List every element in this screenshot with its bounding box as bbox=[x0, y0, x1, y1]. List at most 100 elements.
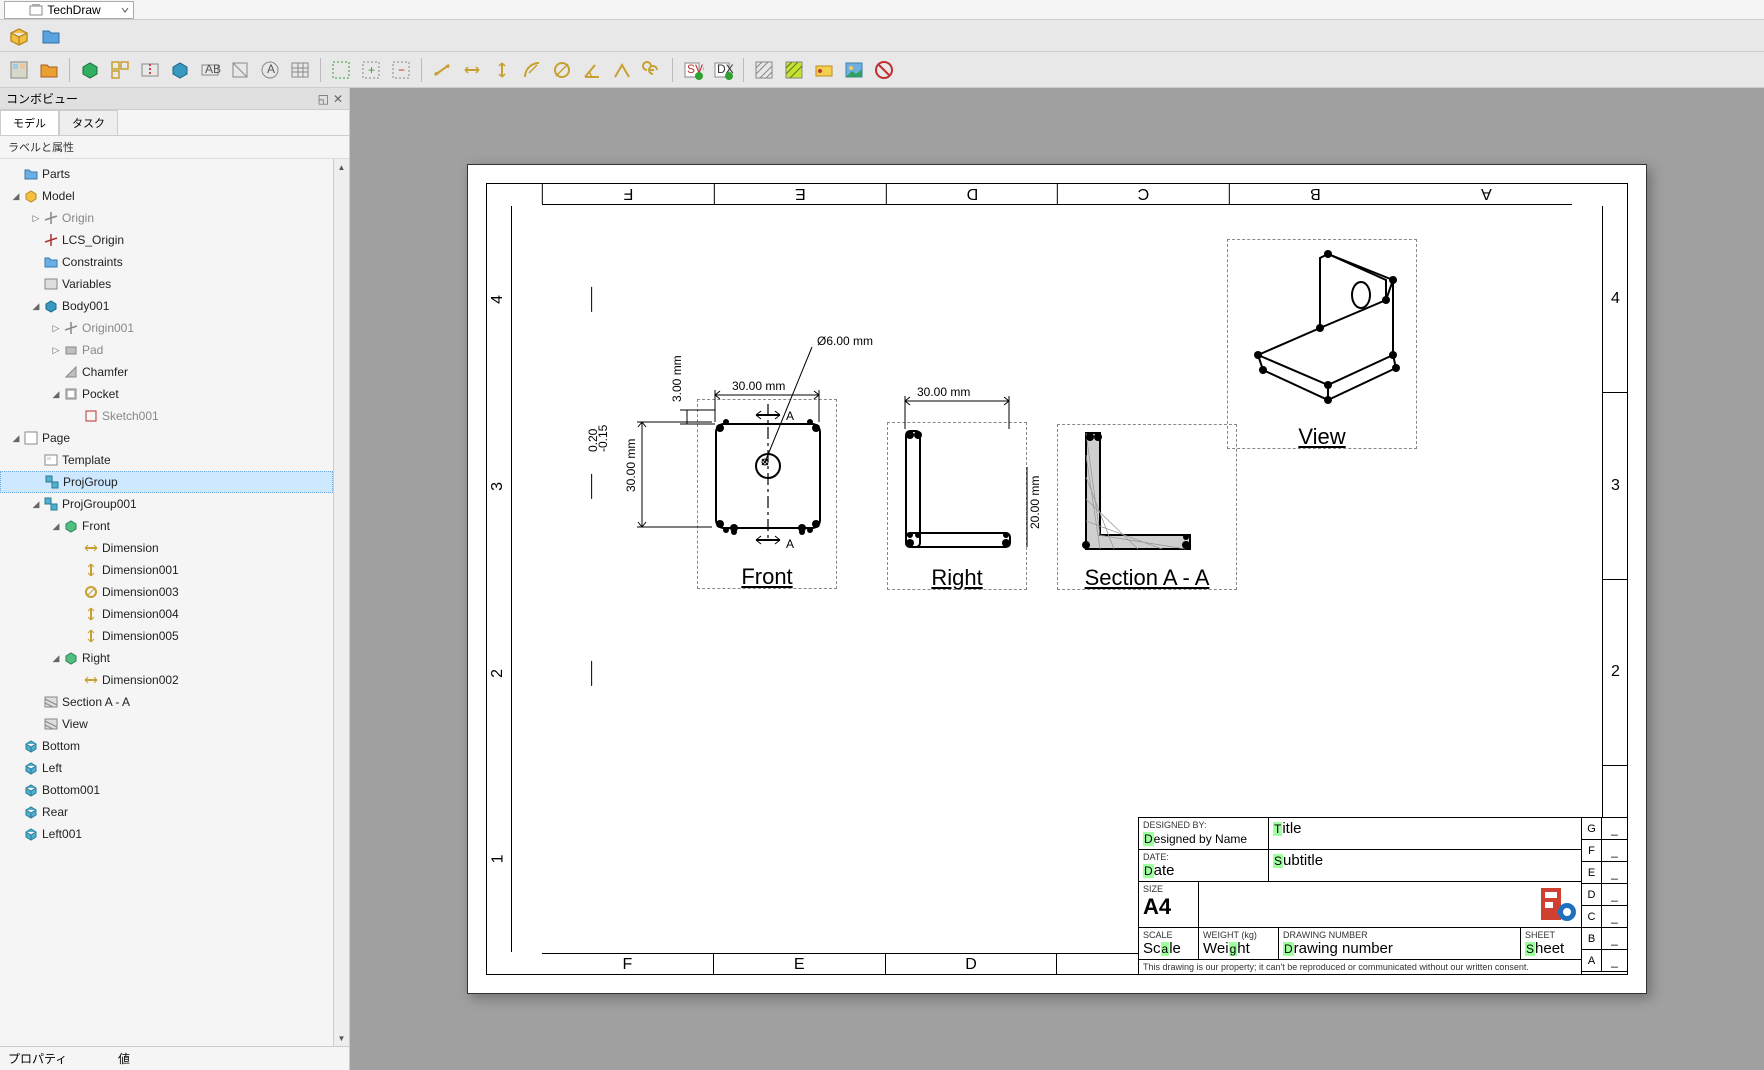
workbench-selector[interactable]: TechDraw bbox=[4, 1, 134, 19]
workbench-name: TechDraw bbox=[47, 3, 100, 17]
axis-cell: D bbox=[886, 183, 1058, 204]
symbol-icon[interactable] bbox=[811, 57, 837, 83]
tree-scrollbar[interactable]: ▲▼ bbox=[333, 159, 349, 1046]
tree-node[interactable]: Section A - A bbox=[0, 691, 333, 713]
model-tree[interactable]: Parts◢Model▷OriginLCS_OriginConstraintsV… bbox=[0, 159, 333, 1046]
tree-node[interactable]: Dimension bbox=[0, 537, 333, 559]
draft-view-icon[interactable] bbox=[227, 57, 253, 83]
tree-node[interactable]: ▷Origin001 bbox=[0, 317, 333, 339]
part-icon[interactable] bbox=[6, 23, 32, 49]
export-dxf-icon[interactable]: DXF bbox=[710, 57, 736, 83]
tab-model[interactable]: モデル bbox=[0, 110, 59, 135]
axis-cell: 2 bbox=[405, 660, 592, 685]
tree-node[interactable]: ◢Body001 bbox=[0, 295, 333, 317]
tree-node[interactable]: Parts bbox=[0, 163, 333, 185]
toggle-frame-icon[interactable] bbox=[871, 57, 897, 83]
section-view-icon[interactable] bbox=[137, 57, 163, 83]
new-page-icon[interactable] bbox=[6, 57, 32, 83]
property-header: プロパティ 値 bbox=[0, 1046, 349, 1070]
view-right[interactable]: Right bbox=[887, 422, 1027, 590]
tree-node[interactable]: Chamfer bbox=[0, 361, 333, 383]
axis-cell: D bbox=[886, 954, 1058, 975]
panel-title: コンボビュー bbox=[6, 90, 78, 107]
tree-node[interactable]: Bottom bbox=[0, 735, 333, 757]
tree-node[interactable]: ◢ProjGroup001 bbox=[0, 493, 333, 515]
menubar: TechDraw bbox=[0, 0, 1764, 20]
undock-icon[interactable]: ◱ bbox=[318, 92, 329, 106]
clip-remove-icon[interactable]: − bbox=[388, 57, 414, 83]
toolbar-file bbox=[0, 20, 1764, 52]
geom-hatch-icon[interactable] bbox=[781, 57, 807, 83]
image-icon[interactable] bbox=[841, 57, 867, 83]
view-label: Front bbox=[741, 564, 792, 590]
tab-task[interactable]: タスク bbox=[59, 110, 118, 135]
open-page-icon[interactable] bbox=[36, 57, 62, 83]
axis-cell: C bbox=[1057, 183, 1229, 204]
tree-node[interactable]: Bottom001 bbox=[0, 779, 333, 801]
insert-view-icon[interactable] bbox=[77, 57, 103, 83]
drawing-page[interactable]: FEDCBA FEDCBA 4321 4321 bbox=[467, 164, 1647, 994]
tree-node[interactable]: Dimension001 bbox=[0, 559, 333, 581]
multiview-icon[interactable] bbox=[107, 57, 133, 83]
combo-view-panel: コンボビュー ◱✕ モデル タスク ラベルと属性 Parts◢Model▷Ori… bbox=[0, 88, 350, 1070]
axis-cell: E bbox=[714, 183, 886, 204]
axis-cell: E bbox=[714, 954, 886, 975]
axis-cell: F bbox=[542, 183, 714, 204]
dim-angle-icon[interactable] bbox=[579, 57, 605, 83]
tree-node[interactable]: Dimension002 bbox=[0, 669, 333, 691]
dim-link-icon[interactable] bbox=[639, 57, 665, 83]
tree-header: ラベルと属性 bbox=[0, 136, 349, 159]
detail-view-icon[interactable] bbox=[167, 57, 193, 83]
tree-node[interactable]: Sketch001 bbox=[0, 405, 333, 427]
view-front[interactable]: A A Front bbox=[697, 399, 837, 589]
arch-view-icon[interactable]: A bbox=[257, 57, 283, 83]
title-block[interactable]: DESIGNED BY: Designed by Name Title bbox=[1138, 817, 1628, 975]
svg-text:A: A bbox=[267, 62, 275, 76]
svg-text:A: A bbox=[786, 409, 794, 423]
tree-node[interactable]: Dimension004 bbox=[0, 603, 333, 625]
tree-node[interactable]: ◢Front bbox=[0, 515, 333, 537]
tree-node[interactable]: Template bbox=[0, 449, 333, 471]
view-section[interactable]: Section A - A bbox=[1057, 424, 1237, 590]
clip-group-icon[interactable] bbox=[328, 57, 354, 83]
clip-add-icon[interactable]: + bbox=[358, 57, 384, 83]
dim-angle3pt-icon[interactable] bbox=[609, 57, 635, 83]
dim-horizontal-icon[interactable] bbox=[459, 57, 485, 83]
axis-cell: 1 bbox=[406, 847, 592, 872]
svg-text:−: − bbox=[398, 63, 405, 77]
svg-text:20.00 mm: 20.00 mm bbox=[1028, 476, 1042, 529]
tree-node[interactable]: View bbox=[0, 713, 333, 735]
tree-node[interactable]: Left001 bbox=[0, 823, 333, 845]
tree-node[interactable]: ◢Page bbox=[0, 427, 333, 449]
tree-node[interactable]: Dimension005 bbox=[0, 625, 333, 647]
folder-icon[interactable] bbox=[38, 23, 64, 49]
dim-radius-icon[interactable] bbox=[519, 57, 545, 83]
annotation-icon[interactable]: AB bbox=[197, 57, 223, 83]
svg-text:Ø6.00 mm: Ø6.00 mm bbox=[817, 334, 873, 348]
tree-node[interactable]: Variables bbox=[0, 273, 333, 295]
tree-node[interactable]: ◢Model bbox=[0, 185, 333, 207]
spreadsheet-icon[interactable] bbox=[287, 57, 313, 83]
view-label: Right bbox=[931, 565, 982, 591]
tree-node[interactable]: ▷Pad bbox=[0, 339, 333, 361]
close-icon[interactable]: ✕ bbox=[333, 92, 343, 106]
tree-node[interactable]: Constraints bbox=[0, 251, 333, 273]
tree-node[interactable]: Left bbox=[0, 757, 333, 779]
svg-text:0.20: 0.20 bbox=[586, 428, 600, 452]
dim-length-icon[interactable] bbox=[429, 57, 455, 83]
hatch-icon[interactable] bbox=[751, 57, 777, 83]
view-iso[interactable]: View bbox=[1227, 239, 1417, 449]
drawing-canvas[interactable]: FEDCBA FEDCBA 4321 4321 bbox=[350, 88, 1764, 1070]
axis-cell: B bbox=[1229, 183, 1401, 204]
tree-node[interactable]: ◢Pocket bbox=[0, 383, 333, 405]
tree-node[interactable]: Dimension003 bbox=[0, 581, 333, 603]
export-svg-icon[interactable]: SVG bbox=[680, 57, 706, 83]
dim-vertical-icon[interactable] bbox=[489, 57, 515, 83]
axis-cell: 3 bbox=[405, 474, 592, 499]
tree-node[interactable]: ◢Right bbox=[0, 647, 333, 669]
tree-node[interactable]: ProjGroup bbox=[0, 471, 333, 493]
tree-node[interactable]: LCS_Origin bbox=[0, 229, 333, 251]
tree-node[interactable]: ▷Origin bbox=[0, 207, 333, 229]
tree-node[interactable]: Rear bbox=[0, 801, 333, 823]
dim-diameter-icon[interactable] bbox=[549, 57, 575, 83]
